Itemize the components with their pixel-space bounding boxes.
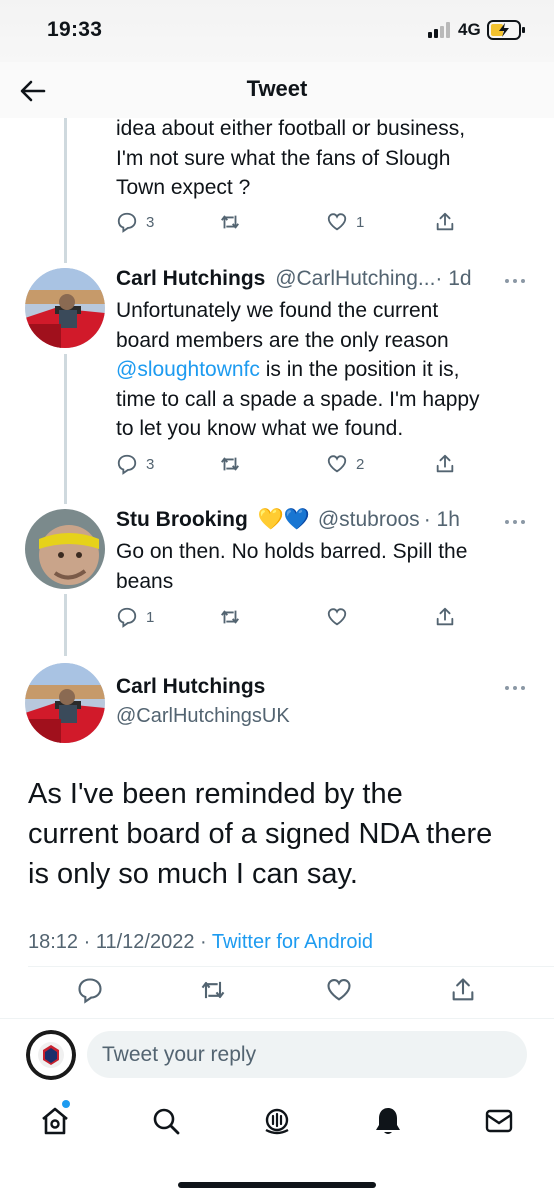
thread-line bbox=[64, 594, 67, 656]
more-icon[interactable] bbox=[503, 277, 527, 285]
tab-home[interactable] bbox=[38, 1104, 72, 1138]
share-button[interactable] bbox=[434, 207, 456, 237]
home-indicator bbox=[178, 1182, 376, 1188]
author-handle[interactable]: @stubroos bbox=[318, 508, 420, 531]
share-button[interactable] bbox=[434, 602, 456, 632]
retweet-button[interactable] bbox=[199, 976, 229, 1006]
tweet-header: Stu Brooking 💛💙 @stubroos · 1h bbox=[116, 508, 460, 532]
retweet-icon bbox=[201, 981, 225, 999]
divider bbox=[28, 966, 554, 967]
mention-link[interactable]: @sloughtownfc bbox=[116, 358, 260, 381]
reply-button[interactable]: 3 bbox=[116, 449, 154, 479]
retweet-icon bbox=[221, 610, 239, 624]
tweet-time: · 1h bbox=[423, 508, 460, 531]
share-button[interactable] bbox=[434, 449, 456, 479]
tab-spaces[interactable] bbox=[260, 1104, 294, 1138]
reply-count: 1 bbox=[146, 608, 155, 626]
share-icon bbox=[436, 212, 454, 231]
heart-icon bbox=[327, 213, 347, 231]
reply-icon bbox=[117, 454, 137, 475]
tweet-text: Go on then. No holds barred. Spill the b… bbox=[116, 540, 468, 593]
reply-button[interactable]: 3 bbox=[116, 207, 154, 237]
reply-count: 3 bbox=[146, 213, 155, 231]
main-tweet-actions bbox=[0, 976, 554, 1008]
more-icon[interactable] bbox=[503, 518, 527, 526]
status-bar: 19:33 4G bbox=[0, 0, 554, 62]
tweet-text: Unfortunately we found the current board… bbox=[116, 299, 480, 440]
search-icon bbox=[153, 1108, 180, 1135]
like-count: 2 bbox=[356, 455, 365, 473]
tab-messages[interactable] bbox=[482, 1104, 516, 1138]
tweet-timestamp: 18:12 · 11/12/2022 · bbox=[28, 931, 212, 953]
tab-notifications[interactable] bbox=[371, 1104, 405, 1138]
share-icon bbox=[436, 454, 454, 473]
share-icon bbox=[452, 978, 474, 1001]
tweet-text: idea about either football or business, … bbox=[116, 117, 466, 199]
retweet-icon bbox=[221, 457, 239, 471]
network-label: 4G bbox=[458, 20, 481, 39]
messages-icon bbox=[485, 1109, 513, 1133]
club-badge-avatar[interactable] bbox=[26, 1030, 76, 1080]
home-icon bbox=[42, 1107, 68, 1135]
retweet-button[interactable] bbox=[219, 207, 241, 237]
author-name[interactable]: Carl Hutchings bbox=[116, 267, 265, 290]
tweet-time: · 1d bbox=[435, 267, 472, 290]
more-icon[interactable] bbox=[503, 684, 527, 692]
battery-icon bbox=[487, 20, 525, 40]
heart-icon bbox=[327, 608, 347, 626]
main-tweet-text: As I've been reminded by the current boa… bbox=[28, 778, 493, 890]
avatar[interactable] bbox=[25, 268, 105, 348]
thread-line bbox=[64, 118, 67, 263]
avatar[interactable] bbox=[25, 509, 105, 589]
reply-icon bbox=[117, 607, 137, 628]
avatar[interactable] bbox=[25, 663, 105, 743]
spaces-icon bbox=[265, 1108, 289, 1135]
reply-button[interactable]: 1 bbox=[116, 602, 154, 632]
thread-line bbox=[64, 354, 67, 504]
reply-count: 3 bbox=[146, 455, 155, 473]
tweet-actions: 1 bbox=[116, 602, 461, 632]
nav-header: Tweet bbox=[0, 62, 554, 118]
like-button[interactable] bbox=[326, 602, 348, 632]
heart-icon bbox=[327, 979, 351, 1001]
reply-button[interactable] bbox=[76, 976, 106, 1006]
heart-icon bbox=[327, 455, 347, 473]
reply-icon bbox=[117, 212, 137, 233]
like-button[interactable] bbox=[325, 976, 355, 1006]
avatar-photo bbox=[25, 509, 105, 589]
author-emoji: 💛💙 bbox=[257, 508, 310, 531]
tweet-source-link[interactable]: Twitter for Android bbox=[212, 931, 373, 953]
like-button[interactable]: 2 bbox=[326, 449, 364, 479]
tweet-actions: 3 1 bbox=[116, 207, 461, 237]
notifications-icon bbox=[376, 1108, 400, 1134]
club-badge-icon bbox=[26, 1030, 76, 1080]
reply-input[interactable] bbox=[87, 1031, 527, 1078]
tweet-header: Carl Hutchings @CarlHutching...· 1d bbox=[116, 267, 472, 291]
tweet-actions: 3 2 bbox=[116, 449, 461, 479]
avatar-photo bbox=[25, 268, 105, 348]
home-notification-dot bbox=[62, 1100, 70, 1108]
reply-icon bbox=[78, 978, 102, 1004]
like-button[interactable]: 1 bbox=[326, 207, 364, 237]
avatar-photo bbox=[25, 663, 105, 743]
page-title: Tweet bbox=[246, 76, 308, 101]
author-handle[interactable]: @CarlHutching... bbox=[275, 267, 435, 290]
retweet-icon bbox=[221, 215, 239, 229]
retweet-button[interactable] bbox=[219, 449, 241, 479]
status-time: 19:33 bbox=[47, 18, 103, 41]
like-count: 1 bbox=[356, 213, 365, 231]
share-icon bbox=[436, 607, 454, 626]
divider bbox=[0, 1018, 554, 1019]
author-name[interactable]: Carl Hutchings bbox=[116, 675, 265, 699]
bottom-tab-bar bbox=[0, 1094, 554, 1154]
author-name[interactable]: Stu Brooking bbox=[116, 508, 248, 531]
share-button[interactable] bbox=[449, 976, 479, 1006]
tab-search[interactable] bbox=[149, 1104, 183, 1138]
retweet-button[interactable] bbox=[219, 602, 241, 632]
tweet-meta: 18:12 · 11/12/2022 · Twitter for Android bbox=[28, 931, 373, 954]
author-handle[interactable]: @CarlHutchingsUK bbox=[116, 705, 290, 728]
signal-icon bbox=[428, 22, 450, 38]
